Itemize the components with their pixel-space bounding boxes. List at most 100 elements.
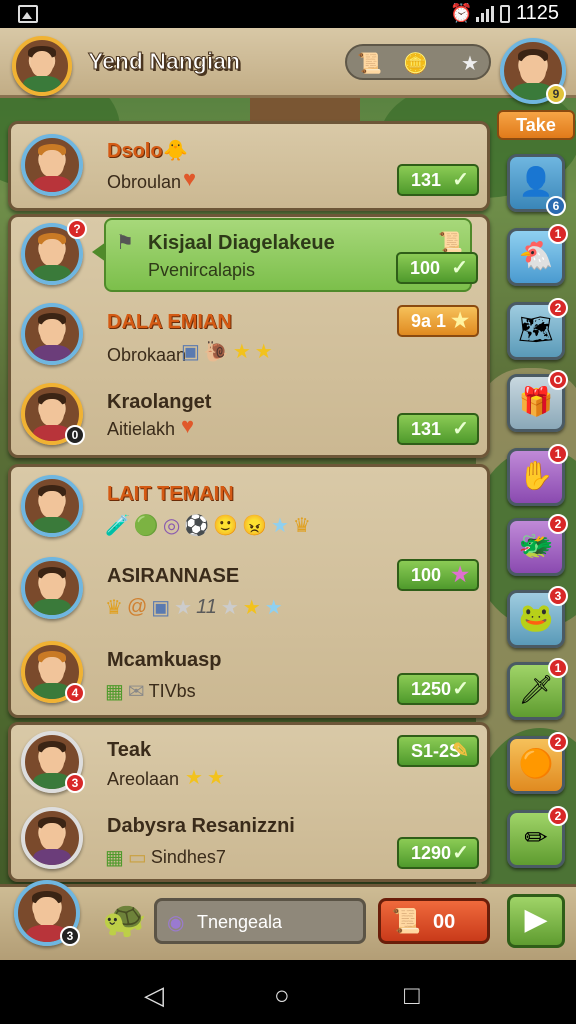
list-item[interactable]: Dsolo 🐥 Obroulan ♥ 131 ✓ [11,124,487,214]
friend-panel-1: Dsolo 🐥 Obroulan ♥ 131 ✓ [8,121,490,211]
list-item[interactable]: 0 Kraolanget Aitielakh ♥ 131 ✓ [11,377,487,459]
swirl-icon: ◎ [162,515,181,537]
message-title: Kisjaal Diagelakeue [148,232,335,254]
dragon-icon: 🐲 [518,530,554,561]
status-bar: ⏰ 1125 [0,0,576,28]
battery-icon [500,5,510,23]
take-button[interactable]: Take [497,110,575,140]
check-icon: ✓ [452,418,469,440]
reward-icons: ♛ @ ▣ ★ 11 ★ ★ ★ [105,595,283,620]
friend-status: Obroulan [107,172,182,192]
friend-panel-4: 3 Teak Areolaan ★ ★ S1-2S ✎ Dabysra Resan… [8,722,490,882]
score-button[interactable]: 131 ✓ [397,164,479,196]
recents-icon[interactable]: □ [404,980,420,1011]
score-button[interactable]: 100 ✓ [396,252,478,284]
chat-text: Tnengeala [197,912,283,932]
orb-icon: 🟠 [518,748,554,779]
star-icon: ★ [254,341,273,363]
clock: 1125 [516,2,560,24]
scroll-icon[interactable]: 📜 [357,51,382,76]
heart-icon: ♥ [183,166,197,191]
box-icon: ▦ [105,681,124,703]
message-text: Pvenircalapis [148,260,256,280]
box-icon: ▦ [105,847,124,869]
star-icon: ★ [242,597,261,619]
notification-badge: ? [67,219,87,239]
score-button[interactable]: S1-2S ✎ [397,735,479,767]
spiral-icon: @ [126,596,148,618]
potion-icon: 🧪 [105,515,130,537]
friend-name: Teak [107,739,152,761]
friend-status: Aitielakh [107,419,176,439]
star-icon: ★ [264,597,283,619]
friend-name: Dabysra Resanizzni [107,815,295,837]
chicken-icon: 🐔 [518,240,554,271]
heart-icon: ♥ [181,413,195,438]
action-button[interactable]: 📜 00 [378,898,490,944]
play-button[interactable]: ▶ [507,894,565,948]
score-button[interactable]: 9a 1 ★ [397,305,479,337]
hand-icon: ✋ [518,460,554,491]
reward-icons: ▦ ▭ Sindhes7 [105,845,226,870]
friend-name: Dsolo [107,140,163,162]
friend-name: Kraolanget [107,391,212,413]
play-icon: ▶ [524,903,548,936]
notification-badge: 3 [60,926,80,946]
notification-badge: 6 [546,196,566,216]
home-icon[interactable]: ○ [274,980,290,1011]
reward-label: Sindhes7 [150,847,226,867]
item-count: 11 [196,596,217,618]
star-icon: ★ [185,767,203,789]
scroll-icon: 📜 [391,908,421,935]
notification-badge: 3 [65,773,85,793]
notification-badge: 2 [548,514,568,534]
list-item[interactable]: 3 Teak Areolaan ★ ★ S1-2S ✎ [11,725,487,805]
bird-icon: 🐥 [163,140,188,162]
friend-status: Areolaan [107,769,180,789]
friend-name: ASIRANNASE [107,565,240,587]
check-icon: ✓ [452,169,469,191]
list-item[interactable]: ASIRANNASE ♛ @ ▣ ★ 11 ★ ★ ★ 100 ★ [11,549,487,633]
creature-icon: 🐸 [518,602,554,633]
tools-pill[interactable]: 📜 🪙 ★ [345,44,491,80]
notification-badge: 0 [65,425,85,445]
star-icon: ★ [206,767,225,789]
player-avatar[interactable] [12,36,72,96]
reward-icons: ★ ★ [185,765,225,790]
list-item[interactable]: 4 Mcamkuasp ▦ ✉ TIVbs 1250 ✓ [11,633,487,719]
ticket-icon: ▭ [127,847,147,869]
envelope-icon: ✉ [127,681,145,703]
ball-icon: 🟢 [133,515,159,537]
back-icon[interactable]: ◁ [144,980,164,1011]
star-icon[interactable]: ★ [461,51,479,76]
avatar-icon: 👤 [518,166,554,197]
star-icon: ★ [174,597,193,619]
score-button[interactable]: 100 ★ [397,559,479,591]
pet-icon[interactable]: 🐢 [102,898,147,940]
score-button[interactable]: 131 ✓ [397,413,479,445]
pencil-icon: ✏ [524,822,548,853]
snail-icon: 🐌 [203,341,229,363]
notification-badge: 1 [548,444,568,464]
egg-icon: ◉ [167,912,185,934]
avatar [21,475,83,537]
pencil-icon: ✎ [452,740,469,762]
avatar [21,134,83,196]
star-icon: ★ [451,564,469,586]
chat-input[interactable]: ◉ Tnengeala [154,898,366,944]
cube-icon: ▣ [151,597,171,619]
list-item[interactable]: Dabysra Resanizzni ▦ ▭ Sindhes7 1290 ✓ [11,805,487,883]
score-button[interactable]: 1250 ✓ [397,673,479,705]
notification-badge: 2 [548,806,568,826]
message-bubble[interactable]: ⚑ Kisjaal Diagelakeue 📜 Pvenircalapis 10… [92,218,478,292]
reward-icons: 🧪 🟢 ◎ ⚽ 🙂 😠 ★ ♛ [105,513,311,538]
list-item[interactable]: DALA EMIAN Obrokaan ▣ 🐌 ★ ★ 9a 1 ★ [11,297,487,377]
coin-icon[interactable]: 🪙 [403,51,428,76]
check-icon: ✓ [452,842,469,864]
flag-icon: ⚑ [116,232,134,254]
face-icon: 😠 [242,515,267,537]
list-item[interactable]: LAIT TEMAIN 🧪 🟢 ◎ ⚽ 🙂 😠 ★ ♛ [11,467,487,549]
notification-badge: 1 [548,224,568,244]
friend-name: LAIT TEMAIN [107,483,234,505]
score-button[interactable]: 1290 ✓ [397,837,479,869]
